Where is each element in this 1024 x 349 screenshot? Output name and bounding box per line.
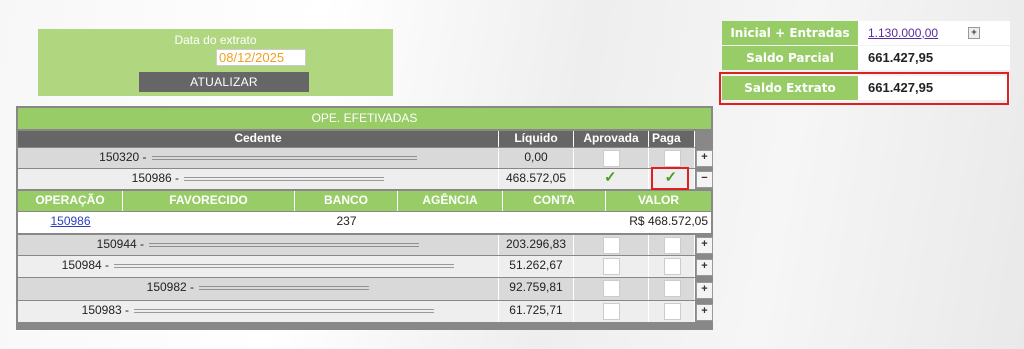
valor-cell: R$ 468.572,05 [629, 214, 708, 228]
header-liquido: Líquido [499, 131, 574, 147]
cedente-code: 150984 - [61, 258, 113, 272]
aprovada-checkbox[interactable] [603, 237, 620, 254]
table-row: 150982 - 92.759,81 [18, 278, 695, 300]
aprovada-cell [574, 235, 649, 255]
highlight-box [719, 72, 1009, 105]
aprovada-cell [574, 301, 649, 322]
detail-header-row: OPERAÇÃO FAVORECIDO BANCO AGÊNCIA CONTA … [18, 191, 711, 211]
aprovada-cell [574, 148, 649, 168]
expand-row-button[interactable]: + [696, 259, 713, 276]
liquido-cell: 51.262,67 [499, 256, 574, 277]
update-button[interactable]: ATUALIZAR [139, 72, 309, 92]
header-conta: CONTA [503, 191, 606, 211]
extract-date-input[interactable] [216, 49, 306, 66]
paga-checkbox[interactable] [663, 237, 681, 254]
summary-value: 661.427,95 [858, 46, 1010, 70]
operation-link[interactable]: 150986 [50, 214, 90, 228]
table-row: 150320 - 0,00 [18, 148, 695, 168]
table-row: 150984 - 51.262,67 [18, 256, 695, 277]
cedente-code: 150944 - [96, 237, 148, 251]
paga-cell [649, 256, 695, 277]
paga-cell [649, 235, 695, 255]
expand-row-button[interactable]: + [696, 282, 713, 299]
cedente-code: 150986 - [131, 171, 183, 185]
cedente-cell: 150983 - [18, 301, 499, 322]
liquido-cell: 203.296,83 [499, 235, 574, 255]
header-agencia: AGÊNCIA [398, 191, 503, 211]
table-header-row: Cedente Líquido Aprovada Paga [18, 131, 695, 147]
aprovada-cell [574, 278, 649, 300]
cedente-cell: 150982 - [18, 278, 499, 300]
liquido-cell: 0,00 [499, 148, 574, 168]
agencia-cell [398, 212, 503, 233]
liquido-cell: 92.759,81 [499, 278, 574, 300]
summary-row-partial: Saldo Parcial 661.427,95 [722, 46, 1010, 70]
extract-date-label: Data do extrato [174, 33, 257, 47]
liquido-cell: 61.725,71 [499, 301, 574, 322]
paga-cell [649, 278, 695, 300]
paga-cell [649, 148, 695, 168]
aprovada-cell: ✓ [574, 169, 649, 189]
aprovada-checkbox[interactable] [603, 150, 620, 167]
operacao-cell: 150986 [18, 212, 123, 233]
collapse-row-button[interactable]: − [696, 171, 713, 188]
cedente-code: 150983 - [81, 303, 133, 317]
header-cedente: Cedente [18, 131, 499, 147]
banco-cell: 237 [336, 214, 357, 228]
expand-row-button[interactable]: + [696, 304, 713, 321]
cedente-code: 150982 - [146, 280, 198, 294]
cedente-cell: 150320 - [18, 148, 499, 168]
cedente-cell: 150984 - [18, 256, 499, 277]
paga-checkbox[interactable] [663, 280, 681, 297]
header-banco: BANCO [295, 191, 398, 211]
aprovada-checkbox[interactable] [603, 258, 620, 275]
summary-row-initial: Inicial + Entradas 1.130.000,00 + [722, 21, 1010, 45]
extract-date-panel: Data do extrato ATUALIZAR [38, 29, 393, 96]
aprovada-checkbox[interactable] [603, 303, 620, 320]
summary-label: Saldo Parcial [722, 46, 858, 70]
paga-checkbox[interactable] [663, 303, 681, 320]
summary-label: Inicial + Entradas [722, 21, 858, 45]
header-valor: VALOR [637, 193, 680, 207]
expand-row-button[interactable]: + [696, 237, 713, 254]
summary-value: 1.130.000,00 + [858, 21, 1010, 45]
header-favorecido: FAVORECIDO [123, 191, 295, 211]
detail-row: 150986 237 R$ 468.572,05 [18, 212, 711, 233]
table-row: 150983 - 61.725,71 [18, 301, 695, 322]
table-row: 150944 - 203.296,83 [18, 235, 695, 255]
paga-cell [649, 301, 695, 322]
header-aprovada: Aprovada [574, 131, 649, 147]
cedente-cell: 150944 - [18, 235, 499, 255]
liquido-cell: 468.572,05 [499, 169, 574, 189]
aprovada-checkbox[interactable] [603, 280, 620, 297]
table-row: 150986 - 468.572,05 ✓ ✓ [18, 169, 695, 189]
favorecido-cell [123, 212, 295, 233]
expand-icon[interactable]: + [968, 27, 980, 39]
effected-operations-table: OPE. EFETIVADAS Cedente Líquido Aprovada… [16, 106, 713, 330]
aprovada-cell [574, 256, 649, 277]
check-icon[interactable]: ✓ [604, 169, 617, 187]
cedente-cell: 150986 - [18, 169, 499, 189]
highlight-box [651, 167, 689, 190]
conta-cell [503, 212, 606, 233]
header-paga: Paga [649, 131, 695, 147]
expand-row-button[interactable]: + [696, 150, 713, 167]
paga-checkbox[interactable] [663, 258, 681, 275]
initial-entries-link[interactable]: 1.130.000,00 [868, 26, 938, 40]
paga-checkbox[interactable] [663, 150, 681, 167]
header-operacao: OPERAÇÃO [18, 191, 123, 211]
table-title: OPE. EFETIVADAS [18, 108, 711, 129]
cedente-code: 150320 - [99, 150, 150, 164]
